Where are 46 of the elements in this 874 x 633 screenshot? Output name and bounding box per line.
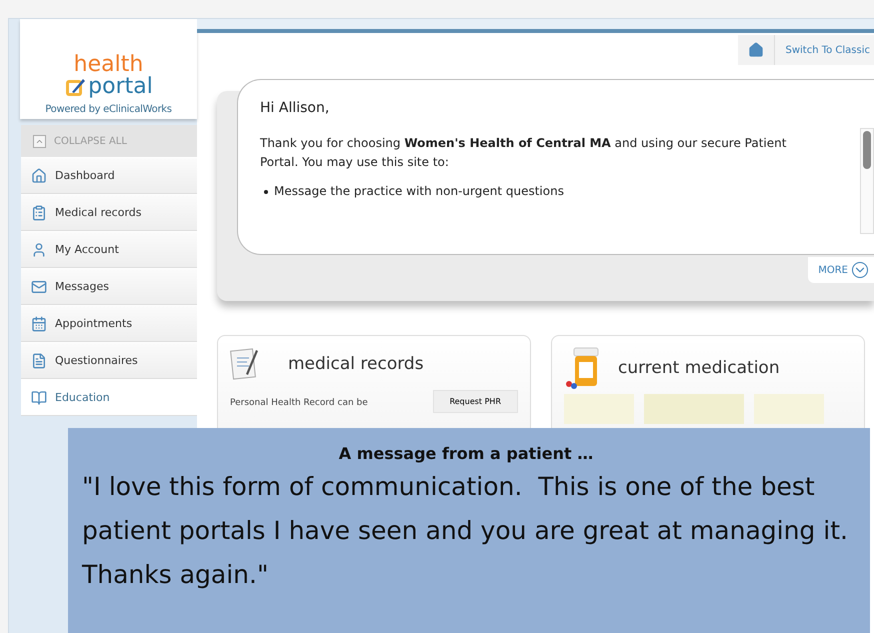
testimonial-quote: "I love this form of communication. This is one of the best patient portals I have seen and you are great at managing it. Thanks again." bbox=[82, 471, 849, 591]
more-button[interactable]: MORE bbox=[808, 257, 874, 283]
sidebar-item-label: Appointments bbox=[55, 317, 132, 330]
sidebar-item[interactable]: My Account bbox=[21, 231, 197, 268]
sidebar-item-label: Messages bbox=[55, 280, 109, 293]
sidebar-item[interactable]: Medical records bbox=[21, 194, 197, 231]
sidebar-item[interactable]: Messages bbox=[21, 268, 197, 305]
sidebar-item[interactable]: Dashboard bbox=[21, 157, 197, 194]
clipboard-icon bbox=[31, 204, 47, 220]
bullet-icon bbox=[264, 190, 268, 194]
greeting-text: Hi Allison, bbox=[260, 100, 330, 116]
collapse-icon bbox=[33, 134, 46, 148]
testimonial-heading: A message from a patient … bbox=[338, 444, 594, 463]
sidebar-item[interactable]: Education bbox=[21, 379, 197, 416]
sidebar-item-label: Medical records bbox=[55, 206, 142, 219]
document-icon bbox=[31, 352, 47, 368]
house-icon bbox=[748, 42, 764, 58]
card-text: Personal Health Record can be bbox=[230, 398, 368, 408]
envelope-icon bbox=[31, 278, 47, 294]
welcome-message: Thank you for choosing Women's Health of Central MA and using our secure Patient Portal. You may use this site to: bbox=[260, 135, 788, 171]
chevron-circle-icon bbox=[852, 262, 868, 278]
sidebar-item[interactable]: Appointments bbox=[21, 305, 197, 342]
clipboard-pen-icon bbox=[64, 76, 86, 98]
logo-text: health bbox=[74, 54, 144, 76]
sidebar-item-label: Questionnaires bbox=[55, 354, 138, 367]
sidebar-item-label: Education bbox=[55, 391, 110, 404]
logo-tagline: Powered by eClinicalWorks bbox=[45, 104, 172, 115]
request-phr-button[interactable]: Request PHR bbox=[432, 390, 518, 413]
switch-view-button[interactable]: Switch To Classic bbox=[775, 35, 874, 65]
sidebar-item-label: My Account bbox=[55, 243, 119, 256]
sidebar-item-label: Dashboard bbox=[55, 169, 115, 182]
collapse-all-label: COLLAPSE ALL bbox=[54, 136, 127, 146]
book-icon bbox=[31, 390, 47, 406]
medication-tile bbox=[564, 394, 634, 424]
medication-tile bbox=[754, 394, 824, 424]
house-icon bbox=[31, 168, 47, 184]
card-title: current medication bbox=[618, 358, 780, 378]
bullet-item: Message the practice with non-urgent questions bbox=[274, 184, 564, 198]
home-button[interactable] bbox=[738, 35, 776, 65]
card-title: medical records bbox=[288, 354, 424, 374]
calendar-icon bbox=[31, 316, 47, 332]
notepad-pen-icon bbox=[230, 346, 260, 382]
person-icon bbox=[31, 242, 47, 258]
scrollbar[interactable] bbox=[860, 128, 874, 234]
logo-text: portal bbox=[88, 76, 153, 98]
sidebar-item[interactable]: Questionnaires bbox=[21, 342, 197, 379]
